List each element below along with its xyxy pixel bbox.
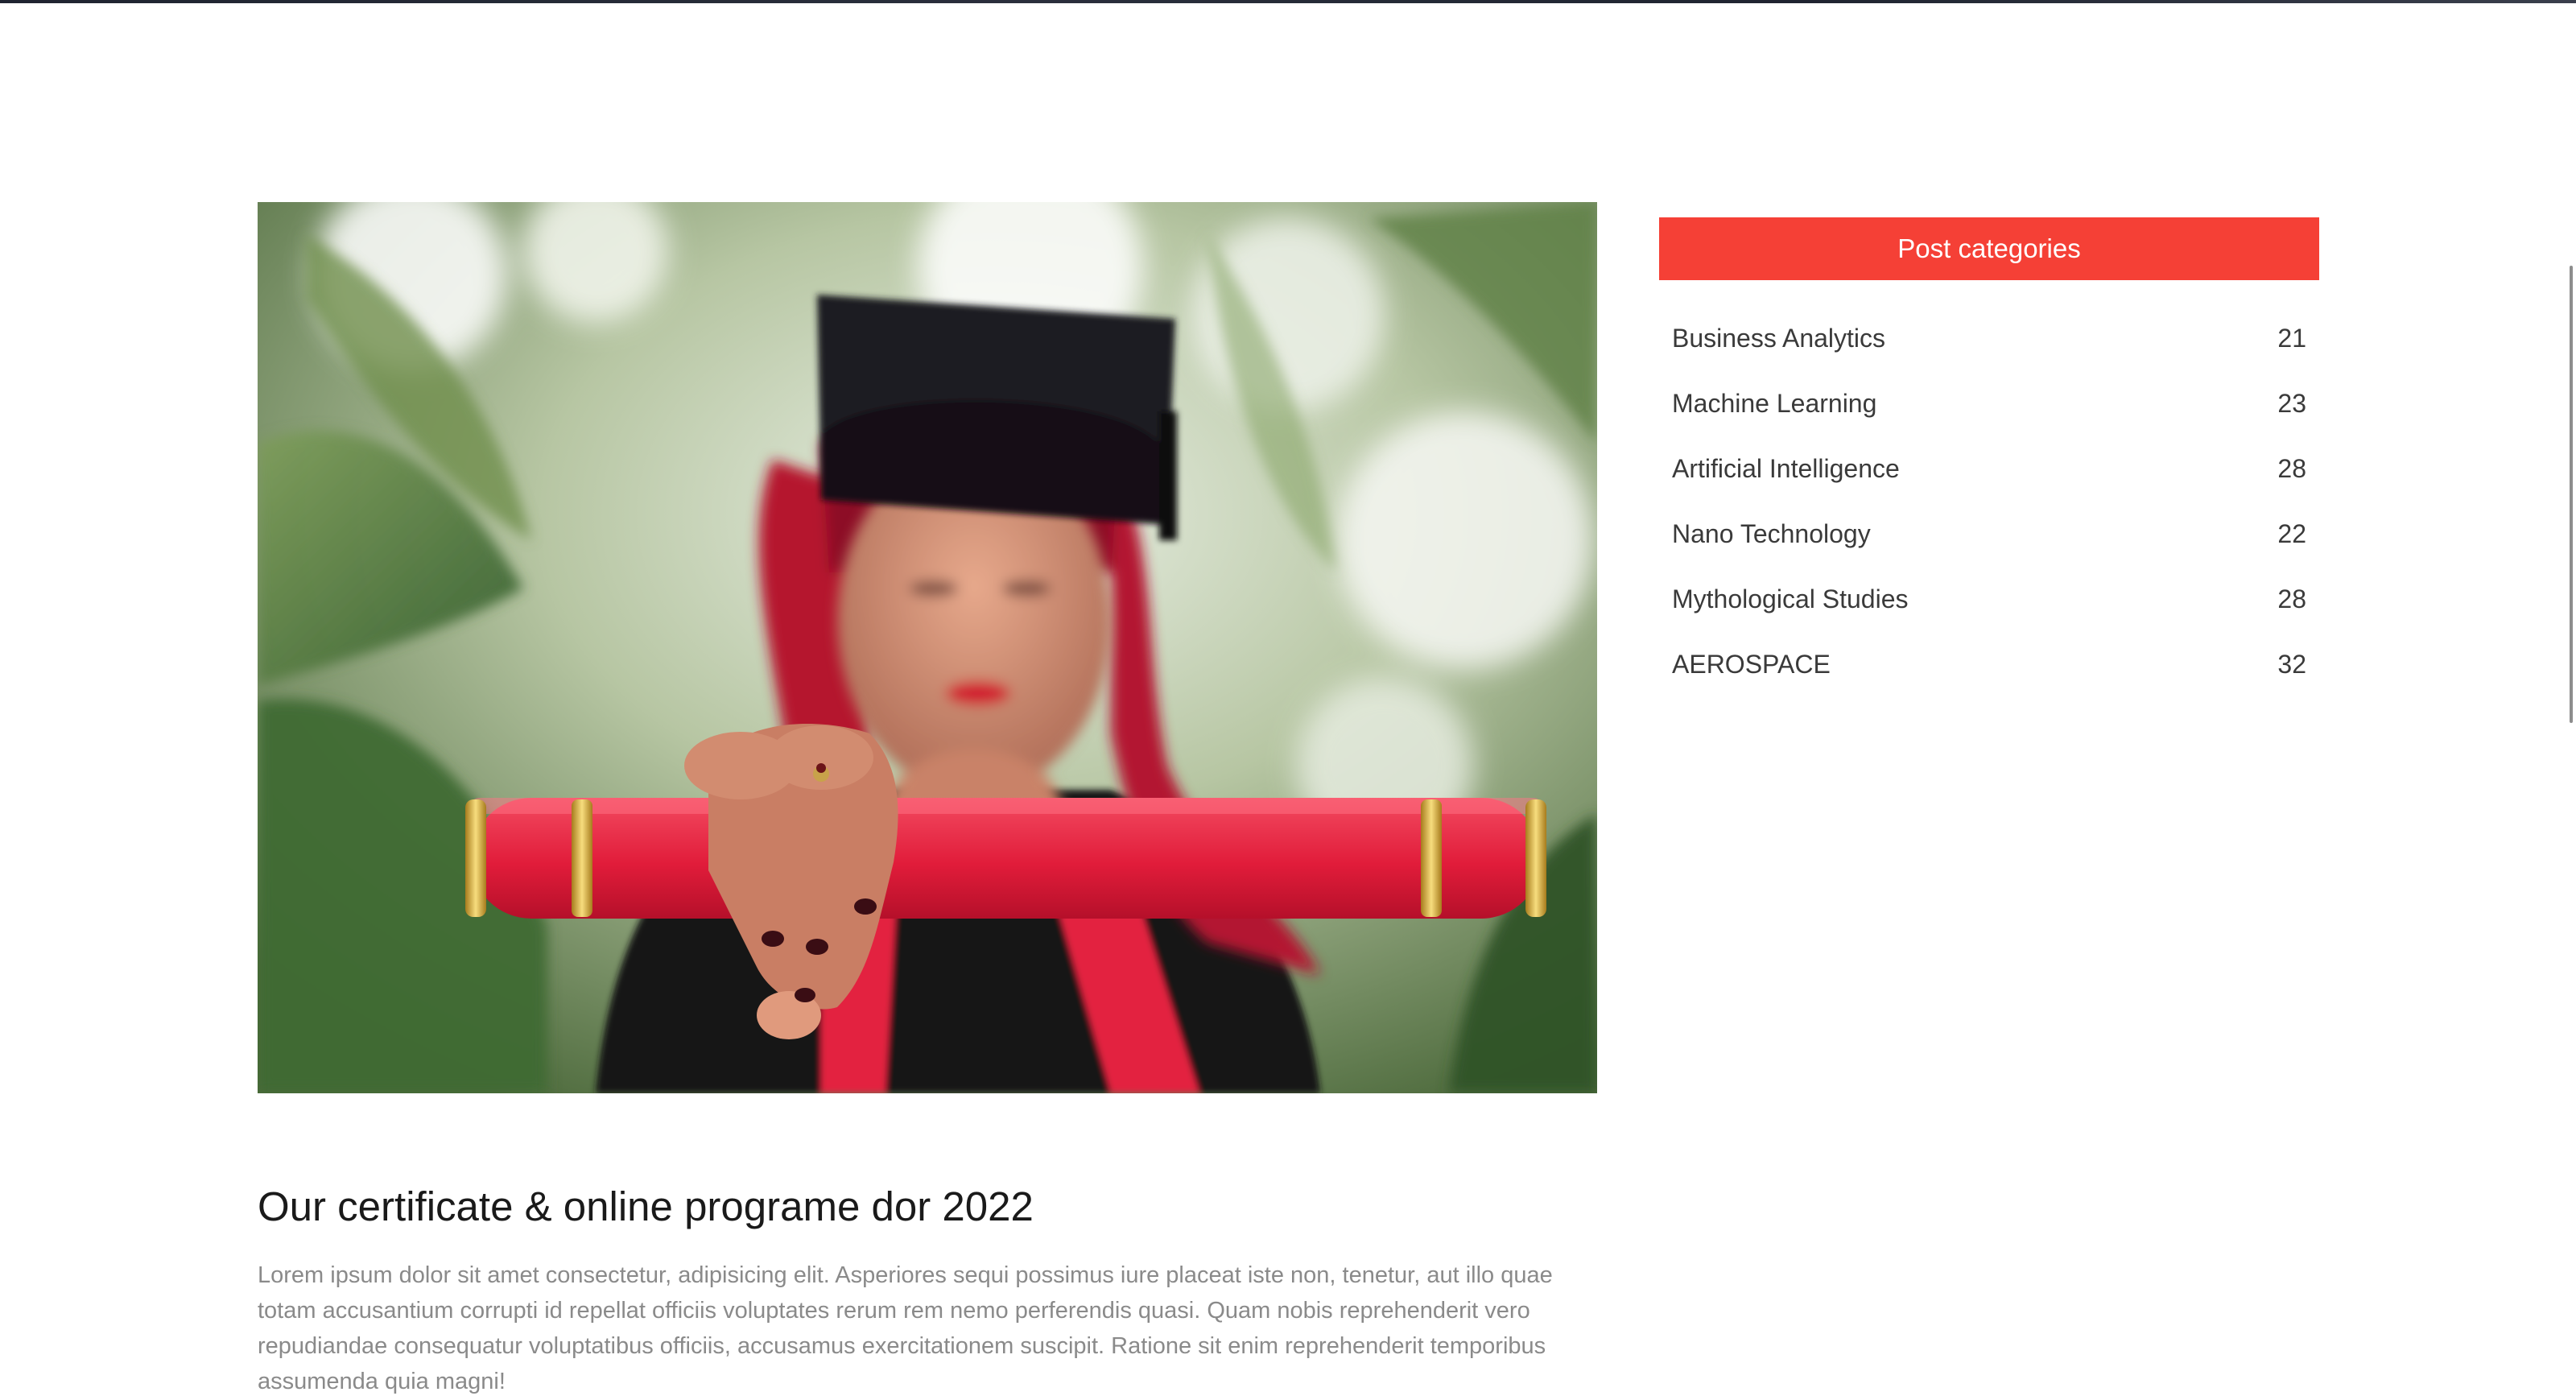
top-border	[0, 0, 2576, 3]
category-item-business-analytics[interactable]: Business Analytics 21	[1659, 306, 2319, 371]
category-item-aerospace[interactable]: AEROSPACE 32	[1659, 632, 2319, 697]
category-label: Mythological Studies	[1672, 584, 1909, 613]
category-item-machine-learning[interactable]: Machine Learning 23	[1659, 371, 2319, 436]
category-count: 28	[2277, 584, 2306, 613]
category-label: Business Analytics	[1672, 324, 1886, 353]
category-label: Machine Learning	[1672, 389, 1877, 418]
category-label: Nano Technology	[1672, 519, 1871, 548]
post-title: Our certificate & online programe dor 20…	[258, 1183, 1034, 1230]
category-count: 32	[2277, 650, 2306, 679]
category-list: Business Analytics 21 Machine Learning 2…	[1659, 306, 2319, 697]
hero-image	[258, 202, 1597, 1093]
page-scrollbar[interactable]	[2557, 3, 2576, 1396]
post-categories-widget: Post categories Business Analytics 21 Ma…	[1659, 217, 2319, 697]
category-count: 28	[2277, 454, 2306, 483]
category-count: 23	[2277, 389, 2306, 418]
category-item-mythological-studies[interactable]: Mythological Studies 28	[1659, 567, 2319, 632]
post-body: Lorem ipsum dolor sit amet consectetur, …	[258, 1262, 1553, 1394]
category-count: 21	[2277, 324, 2306, 353]
page: Our certificate & online programe dor 20…	[0, 0, 2576, 1396]
post-categories-header: Post categories	[1659, 217, 2319, 280]
category-label: Artificial Intelligence	[1672, 454, 1900, 483]
category-item-artificial-intelligence[interactable]: Artificial Intelligence 28	[1659, 436, 2319, 502]
category-count: 22	[2277, 519, 2306, 548]
category-item-nano-technology[interactable]: Nano Technology 22	[1659, 502, 2319, 567]
category-label: AEROSPACE	[1672, 650, 1831, 679]
scrollbar-thumb[interactable]	[2570, 266, 2573, 723]
